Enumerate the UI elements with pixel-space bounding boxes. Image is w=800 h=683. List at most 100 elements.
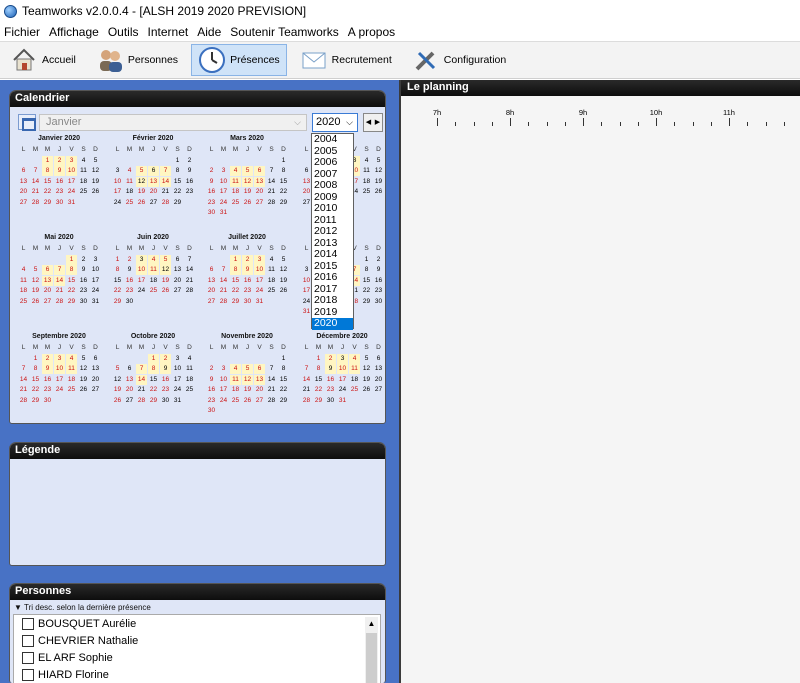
day-cell[interactable]: 27 — [18, 198, 29, 208]
year-option[interactable]: 2006 — [312, 156, 353, 169]
day-cell[interactable]: 30 — [42, 396, 53, 406]
day-cell[interactable]: 24 — [54, 385, 65, 395]
day-cell[interactable]: 30 — [124, 297, 135, 307]
day-cell[interactable]: 16 — [206, 187, 217, 197]
day-cell[interactable]: 26 — [136, 198, 147, 208]
person-checkbox[interactable] — [22, 651, 34, 664]
day-cell[interactable]: 15 — [148, 375, 159, 385]
day-cell[interactable]: 20 — [42, 286, 53, 296]
day-cell[interactable]: 22 — [66, 286, 77, 296]
right-arrow-icon[interactable]: ▶ — [373, 114, 382, 131]
day-cell[interactable]: 2 — [78, 255, 89, 265]
day-cell[interactable]: 1 — [278, 156, 289, 166]
day-cell[interactable]: 4 — [124, 166, 135, 176]
day-cell[interactable]: 21 — [266, 385, 277, 395]
day-cell[interactable]: 2 — [160, 353, 171, 364]
day-cell[interactable]: 28 — [266, 396, 277, 406]
day-cell[interactable]: 9 — [78, 265, 89, 275]
day-cell[interactable]: 25 — [349, 385, 360, 395]
day-cell[interactable]: 23 — [206, 396, 217, 406]
day-cell[interactable]: 11 — [349, 364, 360, 374]
day-cell[interactable]: 3 — [90, 255, 101, 265]
day-cell[interactable]: 29 — [278, 396, 289, 406]
day-cell[interactable]: 19 — [78, 375, 89, 385]
day-cell[interactable]: 5 — [78, 354, 89, 364]
day-cell[interactable]: 22 — [148, 385, 159, 395]
day-cell[interactable]: 2 — [124, 255, 135, 265]
day-cell[interactable]: 18 — [230, 187, 241, 197]
day-cell[interactable]: 18 — [148, 276, 159, 286]
toolbar-button-accueil[interactable]: Accueil — [3, 44, 83, 76]
day-cell[interactable]: 4 — [349, 353, 360, 364]
year-option[interactable]: 2012 — [312, 225, 353, 238]
day-cell[interactable]: 22 — [172, 187, 183, 197]
day-cell[interactable]: 6 — [148, 166, 159, 176]
day-cell[interactable]: 9 — [42, 364, 53, 374]
left-arrow-icon[interactable]: ◀ — [364, 114, 373, 131]
day-cell[interactable]: 5 — [242, 364, 253, 374]
day-cell[interactable]: 25 — [361, 187, 372, 197]
day-cell[interactable]: 6 — [254, 166, 265, 176]
day-cell[interactable]: 3 — [66, 155, 77, 166]
day-cell[interactable]: 1 — [172, 156, 183, 166]
day-cell[interactable]: 8 — [172, 166, 183, 176]
day-cell[interactable]: 21 — [218, 286, 229, 296]
day-cell[interactable]: 29 — [278, 198, 289, 208]
day-cell[interactable]: 7 — [266, 364, 277, 374]
day-cell[interactable]: 17 — [218, 385, 229, 395]
person-checkbox[interactable] — [22, 668, 34, 681]
day-cell[interactable]: 1 — [361, 255, 372, 265]
day-cell[interactable]: 31 — [218, 208, 229, 218]
day-cell[interactable]: 24 — [218, 396, 229, 406]
day-cell[interactable]: 5 — [278, 255, 289, 265]
day-cell[interactable]: 7 — [301, 364, 312, 374]
day-cell[interactable]: 14 — [266, 375, 277, 385]
day-cell[interactable]: 26 — [361, 385, 372, 395]
day-cell[interactable]: 13 — [254, 374, 265, 385]
day-cell[interactable]: 29 — [42, 198, 53, 208]
day-cell[interactable]: 24 — [136, 286, 147, 296]
day-cell[interactable]: 15 — [278, 177, 289, 187]
year-option[interactable]: 2018 — [312, 294, 353, 307]
day-cell[interactable]: 27 — [90, 385, 101, 395]
day-cell[interactable]: 21 — [160, 187, 171, 197]
day-cell[interactable]: 7 — [266, 166, 277, 176]
day-cell[interactable]: 27 — [206, 297, 217, 307]
day-cell[interactable]: 19 — [136, 187, 147, 197]
day-cell[interactable]: 22 — [230, 286, 241, 296]
day-cell[interactable]: 14 — [184, 265, 195, 275]
day-cell[interactable]: 16 — [325, 375, 336, 385]
day-cell[interactable]: 20 — [172, 276, 183, 286]
day-cell[interactable]: 16 — [206, 385, 217, 395]
person-checkbox[interactable] — [22, 634, 34, 647]
day-cell[interactable]: 18 — [230, 385, 241, 395]
day-cell[interactable]: 11 — [266, 265, 277, 275]
day-cell[interactable]: 10 — [54, 364, 65, 374]
day-cell[interactable]: 12 — [242, 374, 253, 385]
day-cell[interactable]: 4 — [78, 156, 89, 166]
day-cell[interactable]: 21 — [30, 187, 41, 197]
year-option[interactable]: 2010 — [312, 202, 353, 215]
day-cell[interactable]: 26 — [30, 297, 41, 307]
day-cell[interactable]: 20 — [124, 385, 135, 395]
day-cell[interactable]: 20 — [148, 187, 159, 197]
day-cell[interactable]: 12 — [136, 176, 147, 187]
year-spinner[interactable]: ◀ ▶ — [363, 113, 383, 132]
day-cell[interactable]: 19 — [90, 177, 101, 187]
day-cell[interactable]: 14 — [18, 375, 29, 385]
scrollbar-thumb[interactable] — [366, 633, 377, 683]
day-cell[interactable]: 23 — [160, 385, 171, 395]
day-cell[interactable]: 3 — [337, 353, 348, 364]
day-cell[interactable]: 10 — [172, 364, 183, 374]
day-cell[interactable]: 28 — [301, 396, 312, 406]
day-cell[interactable]: 13 — [148, 176, 159, 187]
day-cell[interactable]: 16 — [124, 276, 135, 286]
day-cell[interactable]: 18 — [184, 375, 195, 385]
day-cell[interactable]: 5 — [242, 166, 253, 176]
day-cell[interactable]: 3 — [112, 166, 123, 176]
day-cell[interactable]: 11 — [66, 364, 77, 374]
day-cell[interactable]: 15 — [361, 276, 372, 286]
day-cell[interactable]: 16 — [373, 276, 384, 286]
day-cell[interactable]: 23 — [124, 286, 135, 296]
day-cell[interactable]: 13 — [124, 375, 135, 385]
